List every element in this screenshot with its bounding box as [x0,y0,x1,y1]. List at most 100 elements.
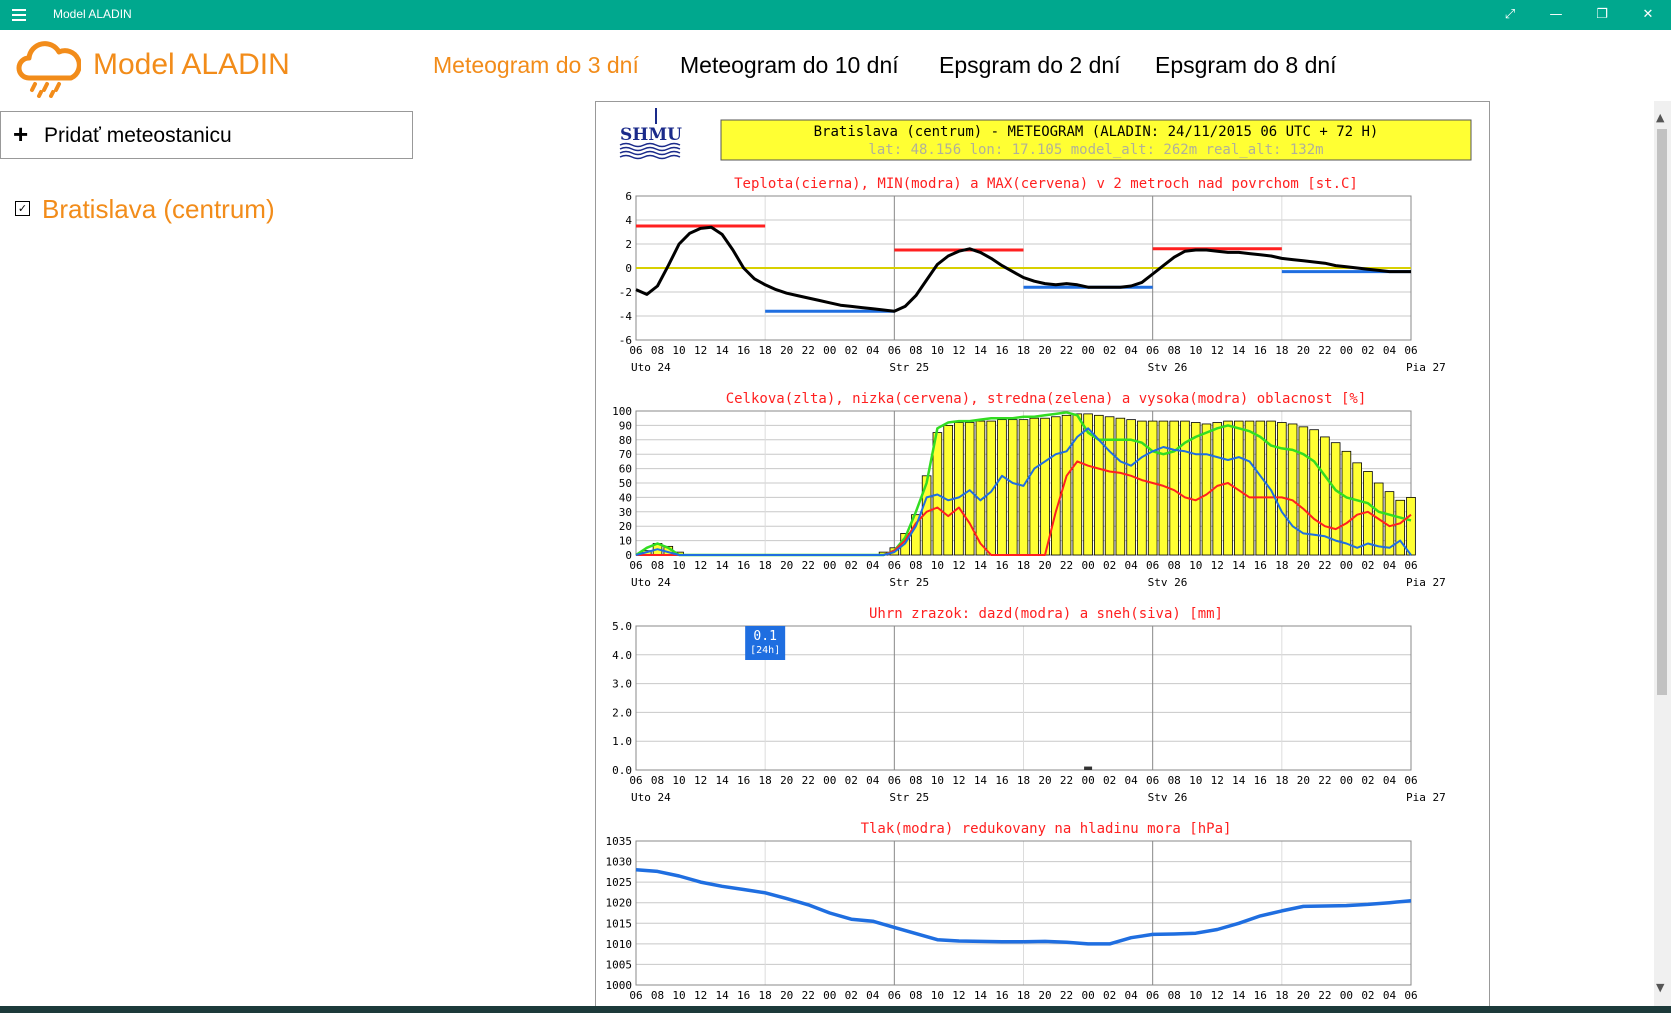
x-tick-label: 08 [1168,344,1181,357]
total-cloud-bar [1029,417,1040,556]
day-label: Str 25 [889,576,929,589]
total-cloud-bar [1298,426,1309,556]
x-tick-label: 14 [1232,344,1246,357]
day-label: Pia 27 [1406,576,1446,589]
x-tick-label: 04 [1383,344,1397,357]
scroll-down-icon[interactable]: ▼ [1656,981,1664,994]
y-tick-label: 50 [619,477,632,490]
meteogram-header-line1: Bratislava (centrum) - METEOGRAM (ALADIN… [814,124,1379,140]
x-tick-label: 20 [1297,989,1310,1002]
x-tick-label: 16 [1254,989,1267,1002]
y-tick-label: 90 [619,419,632,432]
total-cloud-bar [1223,420,1233,556]
x-tick-label: 12 [1211,989,1224,1002]
x-tick-label: 08 [1168,559,1181,572]
meteogram-image: SHMU Bratislava (centrum) - METEOGRAM (AL… [595,101,1490,1013]
y-tick-label: 2.0 [612,706,632,719]
x-tick-label: 00 [1081,559,1094,572]
total-cloud-bar [1051,416,1061,556]
total-cloud-bar [1190,422,1201,556]
total-cloud-bar [1395,499,1406,556]
x-tick-label: 16 [1254,344,1267,357]
total-cloud-bar [1266,420,1276,556]
total-cloud-bar [1330,442,1341,556]
hamburger-icon[interactable] [10,6,28,24]
x-tick-label: 08 [651,989,664,1002]
rain-bar [1084,766,1093,770]
y-tick-label: 3.0 [612,678,632,691]
x-tick-label: 10 [672,989,685,1002]
x-tick-label: 06 [1146,774,1159,787]
x-tick-label: 14 [1232,559,1246,572]
scrollbar-thumb[interactable] [1657,129,1667,695]
taskbar-strip [0,1006,1671,1013]
day-label: Uto 24 [631,361,671,374]
x-tick-label: 22 [802,344,815,357]
x-tick-label: 04 [1383,774,1397,787]
x-tick-label: 06 [1404,559,1417,572]
total-cloud-bar [997,419,1007,556]
x-tick-label: 00 [823,989,836,1002]
tab-meteogram-3-days[interactable]: Meteogram do 3 dní [433,52,639,79]
station-label[interactable]: Bratislava (centrum) [42,194,275,225]
x-tick-label: 16 [995,344,1008,357]
x-tick-label: 02 [1361,559,1374,572]
chart-title: Teplota(cierna), MIN(modra) a MAX(cerven… [734,176,1358,192]
x-tick-label: 16 [1254,559,1267,572]
day-label: Pia 27 [1406,791,1446,804]
y-tick-label: 1015 [606,917,633,930]
add-station-label: Pridať meteostanicu [44,124,232,147]
x-tick-label: 08 [651,774,664,787]
minimize-icon[interactable]: — [1533,0,1579,30]
x-tick-label: 06 [1404,344,1417,357]
total-cloud-bar [1244,420,1255,556]
tab-epsgram-2-days[interactable]: Epsgram do 2 dní [939,52,1121,79]
total-cloud-bar [1104,416,1115,556]
x-tick-label: 20 [1297,344,1310,357]
day-label: Uto 24 [631,791,671,804]
x-tick-label: 12 [694,989,707,1002]
y-tick-label: 20 [619,520,632,533]
x-tick-label: 12 [1211,774,1224,787]
x-tick-label: 10 [1189,344,1202,357]
x-tick-label: 10 [1189,559,1202,572]
day-label: Str 25 [889,361,929,374]
tab-epsgram-8-days[interactable]: Epsgram do 8 dní [1155,52,1337,79]
scrollbar[interactable]: ▲ ▼ [1654,101,1671,1006]
x-tick-label: 18 [1275,989,1288,1002]
x-tick-label: 20 [780,559,793,572]
x-tick-label: 12 [694,344,707,357]
tab-meteogram-10-days[interactable]: Meteogram do 10 dní [680,52,899,79]
shmu-logo-wave [619,150,681,156]
total-cloud-bar [1277,422,1287,556]
x-tick-label: 14 [1232,774,1246,787]
y-tick-label: 1025 [606,876,633,889]
restore-icon[interactable]: ❐ [1579,0,1625,30]
y-tick-label: 2 [625,238,632,251]
x-tick-label: 18 [759,559,772,572]
x-tick-label: 06 [888,989,901,1002]
y-tick-label: 10 [619,535,632,548]
x-tick-label: 06 [1146,344,1159,357]
x-tick-label: 22 [1060,344,1073,357]
x-tick-label: 16 [737,344,750,357]
x-tick-label: 22 [1318,344,1331,357]
x-tick-label: 18 [1017,774,1030,787]
x-tick-label: 18 [1275,344,1288,357]
x-tick-label: 20 [1297,774,1310,787]
y-tick-label: 100 [612,405,632,418]
station-checkbox[interactable]: ✓ [15,201,30,216]
x-tick-label: 12 [1211,559,1224,572]
x-tick-label: 02 [1361,989,1374,1002]
y-tick-label: 1010 [606,938,633,951]
x-tick-label: 16 [737,559,750,572]
x-tick-label: 22 [802,559,815,572]
x-tick-label: 06 [888,559,901,572]
close-icon[interactable]: ✕ [1625,0,1671,30]
x-tick-label: 22 [1318,774,1331,787]
add-station-button[interactable]: + Pridať meteostanicu [0,111,413,159]
fullscreen-icon[interactable]: ⤢ [1487,0,1533,30]
scroll-up-icon[interactable]: ▲ [1656,111,1664,124]
y-tick-label: 5.0 [612,620,632,633]
y-tick-label: 1.0 [612,735,632,748]
